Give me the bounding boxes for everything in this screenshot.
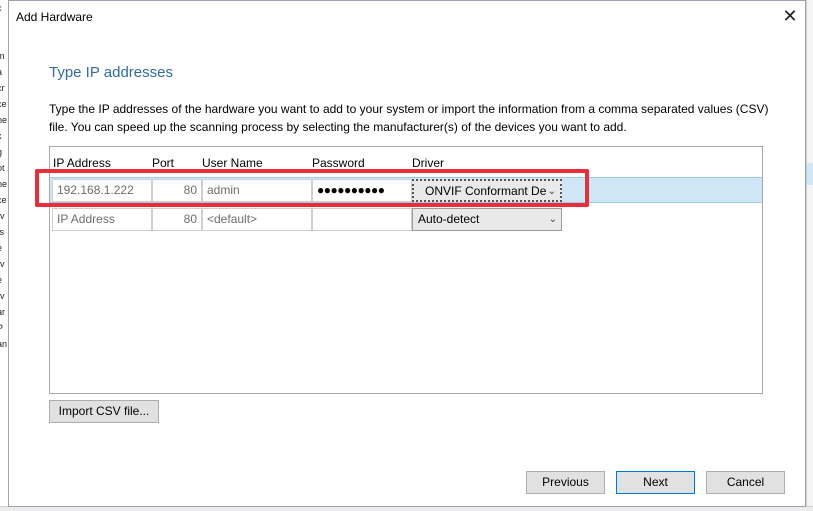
cancel-button[interactable]: Cancel [706, 471, 785, 494]
column-header-driver: Driver [412, 156, 444, 170]
page-heading: Type IP addresses [49, 64, 173, 81]
bg-text: e [0, 240, 8, 256]
driver-selected-value: Auto-detect [418, 212, 480, 226]
bg-text: ts [0, 224, 8, 240]
table-row-new[interactable]: IP Address 80 <default> Auto-detect ⌄ [50, 207, 570, 233]
dialog-title: Add Hardware [16, 10, 93, 24]
page-description: Type the IP addresses of the hardware yo… [49, 102, 769, 134]
password-field[interactable] [312, 208, 412, 231]
title-bar[interactable]: Add Hardware ✕ [9, 1, 805, 32]
driver-dropdown[interactable]: Auto-detect ⌄ [412, 208, 562, 231]
background-app-right-strip [806, 0, 813, 511]
column-header-password: Password [312, 156, 365, 170]
bg-text: an [0, 339, 8, 349]
bg-text: ce [0, 195, 7, 205]
close-button[interactable]: ✕ [775, 1, 805, 31]
bg-text: cr [0, 83, 5, 93]
import-csv-button[interactable]: Import CSV file... [49, 400, 159, 423]
next-button[interactable]: Next [616, 471, 695, 494]
username-field[interactable]: <default> [202, 208, 312, 231]
background-selected-row [807, 163, 813, 185]
port-field[interactable]: 80 [152, 179, 202, 202]
bg-text: ar [0, 307, 6, 317]
bg-text: a [0, 64, 8, 80]
driver-selected-value: ONVIF Conformant De [425, 184, 547, 198]
bg-text: x [0, 128, 8, 144]
previous-button[interactable]: Previous [526, 471, 605, 494]
add-hardware-dialog: Add Hardware ✕ Type IP addresses Type th… [8, 0, 806, 507]
bg-text: r [0, 16, 8, 32]
bg-text: ce [0, 99, 7, 109]
bg-text: ne [0, 115, 8, 125]
table-row-selected[interactable]: 192.168.1.222 80 admin ●●●●●●●●●● ONVIF … [50, 177, 762, 203]
bg-text: g [0, 144, 8, 160]
column-header-ip: IP Address [53, 156, 111, 170]
bg-text: rv [0, 211, 5, 221]
bg-text: m [0, 48, 8, 64]
port-field[interactable]: 80 [152, 208, 202, 231]
column-header-port: Port [152, 156, 175, 170]
ip-address-field[interactable]: IP Address [52, 208, 152, 231]
bg-text: c [0, 0, 8, 16]
chevron-down-icon: ⌄ [547, 186, 556, 197]
column-header-username: User Name [202, 156, 263, 170]
bg-text: ne [0, 179, 8, 189]
bg-text: ot [0, 163, 5, 173]
ip-address-field[interactable]: 192.168.1.222 [52, 179, 152, 202]
driver-dropdown[interactable]: ONVIF Conformant De ⌄ [412, 179, 562, 202]
chevron-down-icon: ⌄ [548, 214, 557, 225]
close-icon: ✕ [782, 6, 798, 26]
bg-text: e [0, 272, 8, 288]
bg-text: l [0, 32, 8, 48]
hardware-list: IP Address Port User Name Password Drive… [49, 146, 763, 394]
username-field[interactable]: admin [202, 179, 312, 202]
password-field[interactable]: ●●●●●●●●●● [312, 179, 412, 202]
bg-text: rv [0, 259, 5, 269]
bg-text: rv [0, 291, 5, 301]
bg-text: P [0, 320, 8, 336]
